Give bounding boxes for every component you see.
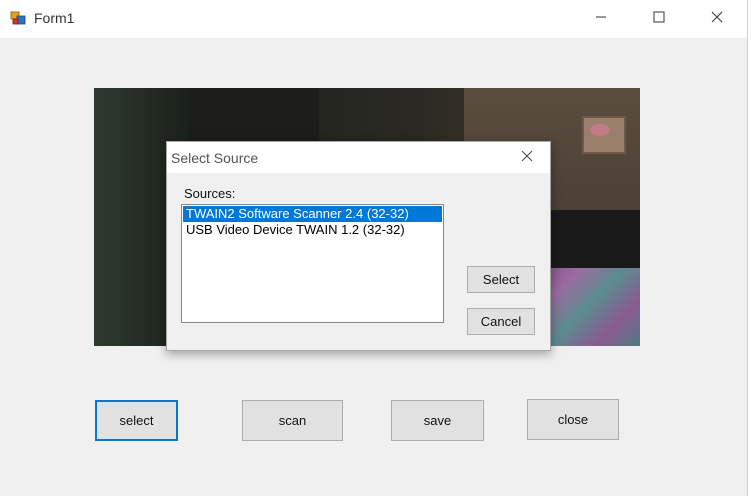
background-window-edge <box>747 0 751 496</box>
maximize-button[interactable] <box>630 0 688 38</box>
dialog-close-button[interactable] <box>517 148 537 168</box>
close-icon <box>711 10 723 28</box>
save-button[interactable]: save <box>391 400 484 441</box>
select-source-dialog: Select Source Sources: TWAIN2 Software S… <box>166 141 551 351</box>
sources-listbox[interactable]: TWAIN2 Software Scanner 2.4 (32-32) USB … <box>181 204 444 323</box>
scan-button[interactable]: scan <box>242 400 343 441</box>
close-window-button[interactable] <box>688 0 746 38</box>
list-item[interactable]: USB Video Device TWAIN 1.2 (32-32) <box>183 222 442 238</box>
dialog-select-button[interactable]: Select <box>467 266 535 293</box>
dialog-title: Select Source <box>171 150 259 166</box>
window-title: Form1 <box>34 10 75 26</box>
dialog-cancel-button[interactable]: Cancel <box>467 308 535 335</box>
minimize-icon <box>595 10 607 28</box>
sources-label: Sources: <box>184 186 236 201</box>
maximize-icon <box>653 10 665 28</box>
list-item[interactable]: TWAIN2 Software Scanner 2.4 (32-32) <box>183 206 442 222</box>
title-bar[interactable]: Form1 <box>0 0 747 38</box>
minimize-button[interactable] <box>572 0 630 38</box>
dialog-title-bar[interactable]: Select Source <box>167 142 550 173</box>
close-button[interactable]: close <box>527 399 619 440</box>
app-icon <box>10 10 26 26</box>
close-icon <box>521 149 533 167</box>
select-button[interactable]: select <box>95 400 178 441</box>
